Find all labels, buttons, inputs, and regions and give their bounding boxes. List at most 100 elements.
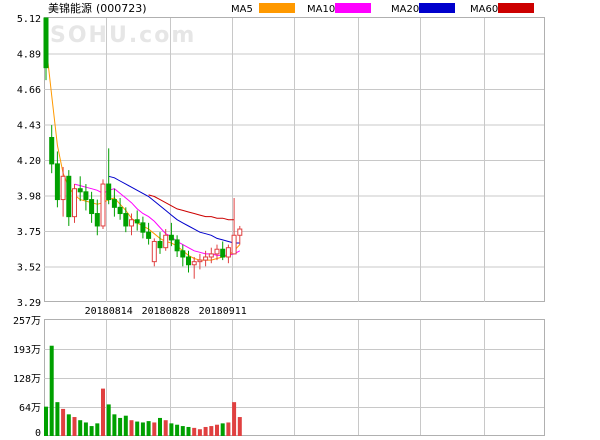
volume-bar: [232, 402, 237, 436]
candle: [60, 166, 66, 217]
candle: [180, 244, 186, 267]
volume-bar: [220, 423, 225, 436]
candle-body: [140, 222, 146, 233]
date-label: 20180911: [199, 306, 247, 317]
volume-bar: [129, 420, 134, 436]
volume-bar: [49, 345, 54, 436]
volume-tick-label: 0: [35, 428, 41, 439]
volume-bar: [140, 422, 145, 436]
volume-bar: [215, 424, 219, 436]
candle: [72, 184, 77, 223]
price-tick-label: 3.98: [17, 192, 41, 203]
volume-bar: [192, 427, 197, 436]
legend-swatch-ma10: [335, 3, 371, 13]
candlesticks: [43, 17, 243, 279]
candle: [134, 210, 140, 231]
volume-bar: [123, 415, 128, 436]
candle-body: [174, 239, 180, 252]
stock-name: 美锦能源: [48, 1, 92, 15]
candle-body: [163, 234, 169, 249]
candle: [191, 256, 197, 279]
volume-bar: [203, 426, 208, 436]
legend-swatch-ma5: [259, 3, 295, 13]
stock-chart: 美锦能源 (000723) MA5 MA10 MA20 MA60 SOHU.com 5…: [13, 1, 545, 439]
legend-label-ma60: MA60: [470, 4, 498, 15]
candle-body: [180, 250, 186, 258]
volume-bar: [95, 423, 100, 436]
volume-bar: [237, 417, 242, 436]
candle-body: [151, 240, 157, 263]
volume-tick-label: 64万: [19, 403, 41, 414]
volume-tick-label: 193万: [13, 345, 41, 356]
candle: [77, 176, 83, 202]
volume-tick-label: 128万: [13, 374, 41, 385]
volume-bar: [135, 421, 140, 436]
candle-body: [214, 248, 220, 255]
legend-swatch-ma20: [419, 3, 455, 13]
candle-body: [123, 213, 129, 227]
candle-body: [237, 228, 243, 236]
candle-body: [117, 206, 123, 215]
date-label: 20180828: [142, 306, 190, 317]
candle-body: [77, 188, 83, 193]
volume-bar: [197, 429, 202, 436]
volume-bar: [169, 423, 174, 436]
volume-bar: [209, 426, 214, 436]
candle: [146, 222, 152, 245]
volume-bar: [175, 424, 180, 436]
candle-body: [146, 231, 152, 239]
price-tick-label: 3.75: [17, 227, 41, 238]
candle: [208, 247, 214, 264]
price-y-axis: 5.12 4.89 4.66 4.43 4.20 3.98 3.75 3.52 3.29: [17, 14, 41, 309]
price-grid: [44, 18, 544, 436]
candle-body: [54, 163, 60, 201]
candle: [111, 188, 117, 217]
volume-bar: [66, 414, 71, 436]
volume-bar: [55, 402, 60, 436]
volume-bar: [61, 408, 66, 436]
candle: [174, 235, 180, 257]
volume-bar: [180, 426, 185, 436]
volume-bar: [44, 406, 48, 436]
candle-body: [94, 213, 100, 227]
candle: [66, 170, 72, 226]
volume-bar: [106, 404, 111, 436]
legend-label-ma5: MA5: [231, 4, 253, 15]
price-tick-label: 3.52: [17, 263, 41, 274]
candle: [157, 232, 163, 254]
volume-bar: [146, 421, 151, 436]
candle-body: [49, 136, 55, 165]
candle-body: [129, 219, 134, 227]
volume-bar: [89, 426, 94, 436]
candle: [123, 207, 129, 233]
legend-swatch-ma60: [498, 3, 534, 13]
candle: [220, 241, 226, 261]
volume-tick-label: 257万: [13, 316, 41, 327]
volume-bar: [226, 422, 231, 436]
candle-body: [83, 191, 89, 201]
volume-y-axis: 257万 193万 128万 64万 0: [13, 316, 41, 439]
candle: [140, 216, 146, 239]
volume-bar: [101, 388, 105, 436]
candle-body: [225, 247, 231, 258]
candle-body: [186, 256, 191, 266]
price-tick-label: 4.43: [17, 121, 41, 132]
volume-bar: [186, 426, 191, 436]
legend-label-ma20: MA20: [391, 4, 419, 15]
ma20-line: [108, 175, 240, 244]
candle: [100, 179, 106, 230]
price-tick-label: 4.20: [17, 156, 41, 167]
price-tick-label: 5.12: [17, 14, 41, 25]
candle-body: [60, 175, 66, 201]
candle-body: [43, 17, 49, 69]
candle-body: [66, 175, 72, 218]
candle-body: [89, 199, 95, 215]
legend-label-ma10: MA10: [307, 4, 335, 15]
candle: [117, 198, 123, 220]
date-axis: 20180814 20180828 20180911: [85, 306, 247, 317]
candle-body: [197, 259, 203, 263]
candle-body: [134, 219, 140, 224]
candle-body: [203, 256, 209, 261]
volume-bars: [44, 345, 242, 436]
watermark: SOHU.com: [50, 23, 196, 48]
